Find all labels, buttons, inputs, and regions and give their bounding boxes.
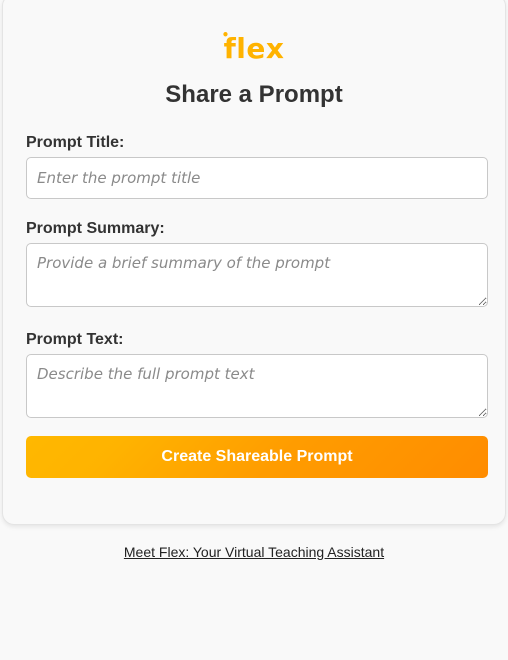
- flex-logo: • flex: [3, 29, 505, 65]
- meet-flex-link[interactable]: Meet Flex: Your Virtual Teaching Assista…: [124, 544, 384, 560]
- prompt-title-label: Prompt Title:: [26, 134, 125, 151]
- share-prompt-card: • flex Share a Prompt Prompt Title: Prom…: [2, 0, 506, 525]
- create-shareable-prompt-button[interactable]: Create Shareable Prompt: [26, 436, 488, 478]
- prompt-text-label: Prompt Text:: [26, 331, 124, 348]
- logo-text: flex: [223, 32, 285, 65]
- prompt-summary-textarea[interactable]: [26, 243, 488, 307]
- page-title: Share a Prompt: [165, 81, 343, 108]
- prompt-title-input[interactable]: [26, 157, 488, 199]
- footer: Meet Flex: Your Virtual Teaching Assista…: [0, 543, 508, 561]
- prompt-text-textarea[interactable]: [26, 354, 488, 418]
- logo-wordmark: • flex: [222, 29, 285, 65]
- logo-dot-icon: •: [221, 28, 230, 42]
- prompt-summary-label: Prompt Summary:: [26, 220, 165, 237]
